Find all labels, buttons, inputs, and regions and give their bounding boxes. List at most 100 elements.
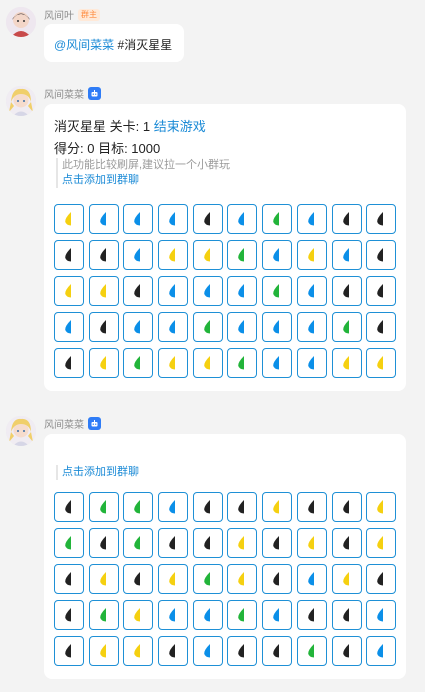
board-cell[interactable] [227, 312, 258, 342]
board-cell[interactable] [331, 204, 362, 234]
board-cell[interactable] [192, 636, 223, 666]
board-cell[interactable] [262, 492, 293, 522]
board-cell[interactable] [227, 276, 258, 306]
board-cell[interactable] [123, 312, 154, 342]
board-cell[interactable] [88, 240, 119, 270]
board-cell[interactable] [262, 564, 293, 594]
board-cell[interactable] [192, 600, 223, 630]
board-cell[interactable] [331, 600, 362, 630]
board-cell[interactable] [123, 636, 154, 666]
board-cell[interactable] [54, 348, 84, 378]
board-cell[interactable] [262, 312, 293, 342]
board-cell[interactable] [366, 276, 397, 306]
board-cell[interactable] [366, 600, 397, 630]
board-cell[interactable] [296, 492, 327, 522]
board-cell[interactable] [366, 240, 397, 270]
board-cell[interactable] [158, 564, 189, 594]
board-cell[interactable] [88, 564, 119, 594]
board-cell[interactable] [88, 276, 119, 306]
board-cell[interactable] [88, 600, 119, 630]
board-cell[interactable] [192, 276, 223, 306]
avatar[interactable] [6, 7, 36, 37]
board-cell[interactable] [158, 600, 189, 630]
board-cell[interactable] [296, 600, 327, 630]
board-cell[interactable] [123, 600, 154, 630]
board-cell[interactable] [192, 204, 223, 234]
board-cell[interactable] [331, 492, 362, 522]
avatar[interactable] [6, 416, 36, 446]
board-cell[interactable] [88, 348, 119, 378]
board-cell[interactable] [54, 528, 84, 558]
board-cell[interactable] [158, 528, 189, 558]
board-cell[interactable] [366, 348, 397, 378]
board-cell[interactable] [54, 636, 84, 666]
board-cell[interactable] [158, 348, 189, 378]
board-cell[interactable] [262, 204, 293, 234]
board-cell[interactable] [88, 528, 119, 558]
board-cell[interactable] [331, 276, 362, 306]
board-cell[interactable] [192, 312, 223, 342]
board-cell[interactable] [296, 636, 327, 666]
board-cell[interactable] [123, 204, 154, 234]
board-cell[interactable] [54, 492, 84, 522]
board-cell[interactable] [296, 528, 327, 558]
board-cell[interactable] [158, 276, 189, 306]
end-game-button[interactable]: 结束游戏 [154, 119, 206, 134]
board-cell[interactable] [123, 528, 154, 558]
board-cell[interactable] [366, 312, 397, 342]
board-cell[interactable] [54, 240, 84, 270]
board-cell[interactable] [158, 312, 189, 342]
mention-link[interactable]: @风间菜菜 [54, 38, 114, 52]
board-cell[interactable] [227, 528, 258, 558]
board-cell[interactable] [54, 564, 84, 594]
board-cell[interactable] [123, 240, 154, 270]
board-cell[interactable] [227, 348, 258, 378]
board-cell[interactable] [192, 564, 223, 594]
board-cell[interactable] [331, 528, 362, 558]
board-cell[interactable] [192, 492, 223, 522]
board-cell[interactable] [227, 636, 258, 666]
board-cell[interactable] [227, 204, 258, 234]
board-cell[interactable] [331, 564, 362, 594]
board-cell[interactable] [366, 528, 397, 558]
board-cell[interactable] [123, 348, 154, 378]
board-cell[interactable] [331, 240, 362, 270]
board-cell[interactable] [123, 564, 154, 594]
board-cell[interactable] [296, 204, 327, 234]
board-cell[interactable] [331, 312, 362, 342]
board-cell[interactable] [296, 240, 327, 270]
board-cell[interactable] [296, 312, 327, 342]
board-cell[interactable] [192, 348, 223, 378]
board-cell[interactable] [331, 348, 362, 378]
board-cell[interactable] [158, 204, 189, 234]
board-cell[interactable] [227, 492, 258, 522]
board-cell[interactable] [227, 240, 258, 270]
board-cell[interactable] [158, 636, 189, 666]
board-cell[interactable] [262, 528, 293, 558]
board-cell[interactable] [296, 564, 327, 594]
board-cell[interactable] [54, 600, 84, 630]
board-cell[interactable] [227, 600, 258, 630]
board-cell[interactable] [54, 204, 84, 234]
board-cell[interactable] [262, 240, 293, 270]
avatar[interactable] [6, 86, 36, 116]
board-cell[interactable] [123, 492, 154, 522]
board-cell[interactable] [366, 564, 397, 594]
board-cell[interactable] [262, 600, 293, 630]
board-cell[interactable] [296, 348, 327, 378]
board-cell[interactable] [123, 276, 154, 306]
board-cell[interactable] [262, 348, 293, 378]
board-cell[interactable] [158, 240, 189, 270]
board-cell[interactable] [88, 204, 119, 234]
board-cell[interactable] [158, 492, 189, 522]
board-cell[interactable] [88, 492, 119, 522]
board-cell[interactable] [366, 636, 397, 666]
board-cell[interactable] [366, 492, 397, 522]
add-to-group-link[interactable]: 点击添加到群聊 [62, 465, 139, 480]
board-cell[interactable] [192, 528, 223, 558]
board-cell[interactable] [262, 636, 293, 666]
add-to-group-link[interactable]: 点击添加到群聊 [62, 173, 230, 188]
board-cell[interactable] [296, 276, 327, 306]
board-cell[interactable] [88, 636, 119, 666]
board-cell[interactable] [227, 564, 258, 594]
